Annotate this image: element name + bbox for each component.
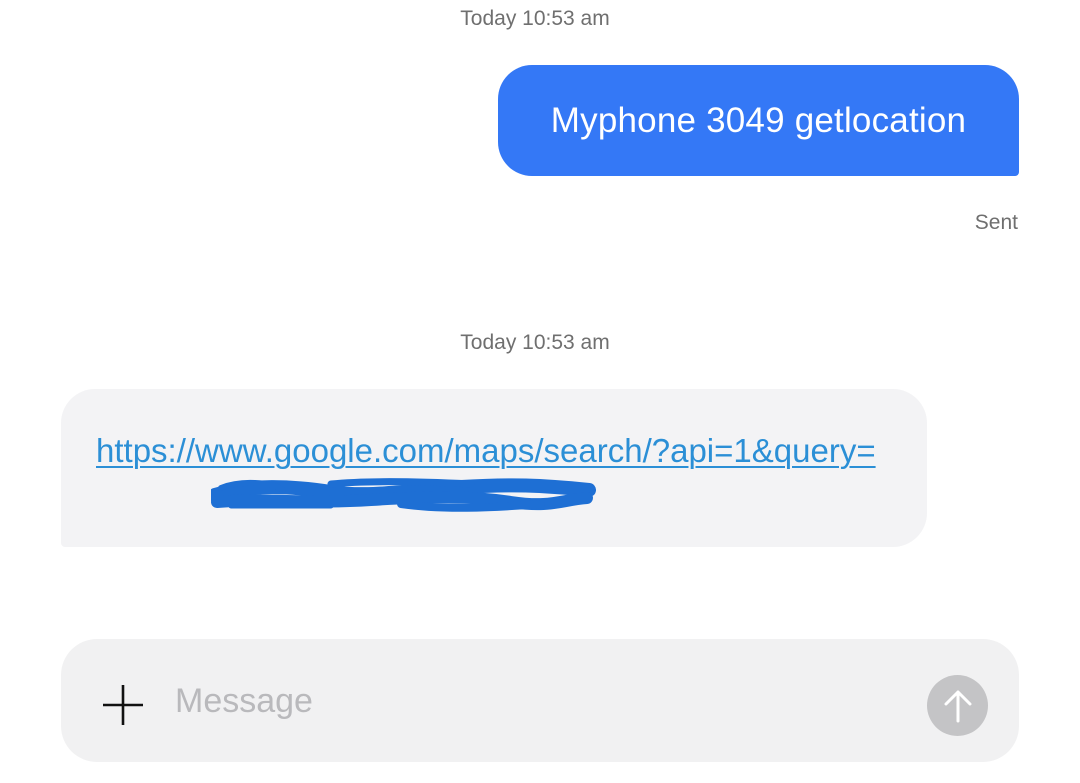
arrow-up-icon: [944, 690, 971, 722]
message-timestamp: Today 10:53 am: [460, 331, 610, 354]
message-timestamp: Today 10:53 am: [460, 7, 610, 30]
maps-link[interactable]: https://www.google.com/maps/search/?api=…: [96, 427, 896, 474]
redaction-scribble: [211, 478, 596, 512]
send-button[interactable]: [927, 675, 988, 736]
message-input[interactable]: [175, 675, 875, 727]
incoming-message-bubble: https://www.google.com/maps/search/?api=…: [61, 389, 927, 547]
message-status: Sent: [974, 211, 1018, 234]
outgoing-message-bubble[interactable]: Myphone 3049 getlocation: [498, 65, 1019, 176]
plus-icon[interactable]: [101, 683, 145, 727]
outgoing-message-text: Myphone 3049 getlocation: [550, 100, 967, 140]
message-composer: [61, 639, 1019, 762]
